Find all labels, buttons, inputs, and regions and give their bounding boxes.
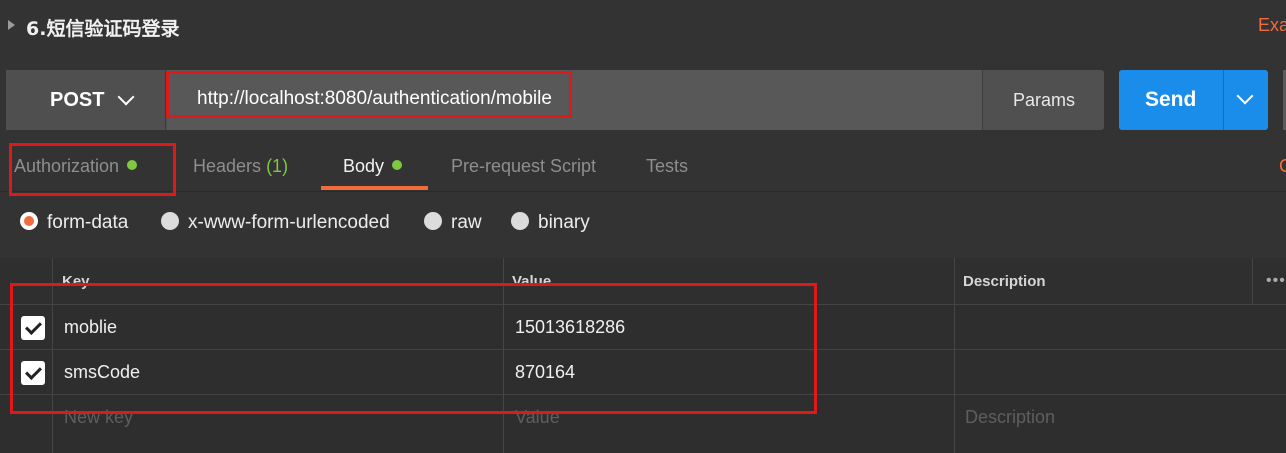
row-value[interactable]: 15013618286 xyxy=(515,317,625,338)
status-dot-icon xyxy=(392,160,403,170)
radio-icon xyxy=(20,212,38,230)
chevron-down-icon xyxy=(117,88,135,106)
radio-icon xyxy=(424,212,442,230)
tab-pre-request-script[interactable]: Pre-request Script xyxy=(451,156,596,177)
checkbox-checked-icon[interactable] xyxy=(21,316,45,340)
table-row-new: New key Value Description xyxy=(0,395,1286,440)
tab-body[interactable]: Body xyxy=(343,156,403,177)
tab-headers[interactable]: Headers (1) xyxy=(193,156,288,177)
column-divider xyxy=(954,258,955,453)
column-divider xyxy=(503,258,504,453)
new-description-input[interactable]: Description xyxy=(965,407,1055,428)
chevron-down-icon xyxy=(1236,87,1254,105)
examples-link[interactable]: Exa xyxy=(1258,15,1286,36)
radio-icon xyxy=(161,212,179,230)
new-key-input[interactable]: New key xyxy=(64,407,133,428)
table-row: smsCode 870164 xyxy=(0,350,1286,395)
send-button[interactable]: Send xyxy=(1119,70,1223,130)
more-options-icon[interactable]: ••• xyxy=(1266,272,1286,290)
row-key[interactable]: moblie xyxy=(64,317,117,338)
active-tab-indicator xyxy=(321,186,428,190)
table-row: moblie 15013618286 xyxy=(0,305,1286,350)
row-value[interactable]: 870164 xyxy=(515,362,575,383)
request-name[interactable]: 6.短信验证码登录 xyxy=(26,14,179,41)
radio-icon xyxy=(511,212,529,230)
url-input[interactable]: http://localhost:8080/authentication/mob… xyxy=(167,70,982,130)
method-label: POST xyxy=(50,89,105,111)
column-divider xyxy=(1252,258,1253,305)
send-label: Send xyxy=(1145,88,1197,111)
url-text: http://localhost:8080/authentication/mob… xyxy=(197,88,552,109)
tab-tests[interactable]: Tests xyxy=(646,156,688,177)
request-title-row: 6.短信验证码登录 Exa xyxy=(0,0,1286,52)
new-value-input[interactable]: Value xyxy=(515,407,560,428)
cookies-link[interactable]: C xyxy=(1279,156,1286,177)
params-label: Params xyxy=(1013,90,1076,110)
body-mode-radios: form-data x-www-form-urlencoded raw bina… xyxy=(0,200,1286,250)
method-select[interactable]: POST xyxy=(6,70,166,130)
form-data-table: Key Value Description ••• moblie 1501361… xyxy=(0,258,1286,453)
send-dropdown-button[interactable] xyxy=(1223,70,1268,130)
table-header: Key Value Description ••• xyxy=(0,258,1286,305)
row-key[interactable]: smsCode xyxy=(64,362,140,383)
caret-right-icon[interactable] xyxy=(8,20,15,30)
column-header-value: Value xyxy=(512,273,552,290)
checkbox-checked-icon[interactable] xyxy=(21,361,45,385)
params-button[interactable]: Params xyxy=(982,70,1104,130)
status-dot-icon xyxy=(127,160,138,170)
tab-authorization[interactable]: Authorization xyxy=(14,156,138,177)
headers-count: (1) xyxy=(266,156,289,176)
request-tabs: Authorization Headers (1) Body Pre-reque… xyxy=(0,142,1286,192)
column-divider xyxy=(52,258,53,453)
column-header-key: Key xyxy=(62,273,90,290)
column-header-description: Description xyxy=(963,273,1046,290)
